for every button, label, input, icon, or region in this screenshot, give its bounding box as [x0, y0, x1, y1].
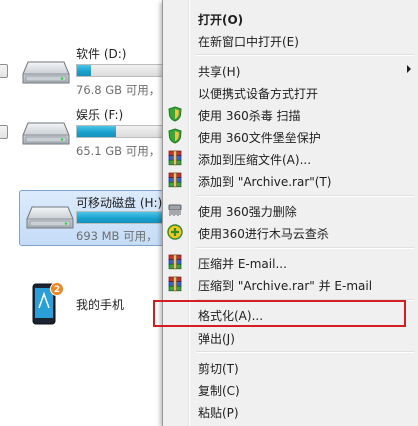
- menu-label: 以便携式设备方式打开: [198, 87, 319, 101]
- drive-free-space: 693 MB 可用，: [76, 229, 158, 243]
- menu-label: 粘贴(P): [198, 406, 239, 420]
- menu-item-add-archive[interactable]: 添加到压缩文件(A)...: [163, 147, 417, 169]
- menu-item-open-portable[interactable]: 以便携式设备方式打开: [163, 81, 417, 103]
- smartphone-icon: 2: [32, 282, 64, 325]
- menu-item-open[interactable]: 打开(O): [163, 7, 417, 29]
- menu-label: 使用 360强力删除: [198, 205, 297, 219]
- drive-checkbox-d[interactable]: [0, 64, 8, 78]
- drive-item-f[interactable]: 娱乐 (F:) 65.1 GB 可用，: [0, 103, 176, 163]
- menu-label: 打开(O): [198, 13, 244, 27]
- menu-label: 弹出(J): [198, 332, 235, 346]
- 360-plus-icon: [167, 224, 183, 240]
- menu-separator: [196, 54, 414, 56]
- menu-label: 压缩并 E-mail...: [198, 257, 287, 271]
- menu-label: 添加到 "Archive.rar"(T): [198, 175, 332, 189]
- drive-free-space: 65.1 GB 可用，: [76, 144, 161, 158]
- hard-drive-icon: [22, 119, 70, 147]
- menu-item-360-trojan-scan[interactable]: 使用360进行木马云查杀: [163, 221, 417, 243]
- drive-checkbox-f[interactable]: [0, 125, 8, 139]
- menu-label: 剪切(T): [198, 362, 239, 376]
- 360-shield-icon: [167, 106, 183, 122]
- phone-name: 我的手机: [76, 298, 125, 312]
- menu-item-eject[interactable]: 弹出(J): [163, 326, 417, 348]
- menu-item-paste[interactable]: 粘贴(P): [163, 400, 417, 422]
- menu-item-share[interactable]: 共享(H): [163, 59, 417, 81]
- winrar-icon: [167, 150, 183, 166]
- drive-item-d[interactable]: 软件 (D:) 76.8 GB 可用，: [0, 42, 176, 102]
- menu-item-copy[interactable]: 复制(C): [163, 378, 417, 400]
- menu-item-compress-rar-email[interactable]: 压缩到 "Archive.rar" 并 E-mail: [163, 273, 417, 295]
- menu-label: 复制(C): [198, 384, 240, 398]
- menu-label: 使用360进行木马云查杀: [198, 227, 329, 241]
- phone-badge-count: 2: [54, 285, 60, 295]
- removable-drive-icon: [26, 203, 74, 231]
- drive-free-space: 76.8 GB 可用，: [76, 83, 161, 97]
- drive-name: 软件 (D:): [76, 47, 127, 61]
- menu-item-360-delete[interactable]: 使用 360强力删除: [163, 199, 417, 221]
- hard-drive-icon: [22, 58, 70, 86]
- drive-name: 可移动磁盘 (H:): [76, 196, 163, 210]
- context-menu: 打开(O) 在新窗口中打开(E) 共享(H) 以便携式设备方式打开 使用 360…: [162, 0, 418, 426]
- menu-label: 格式化(A)...: [198, 309, 264, 323]
- menu-separator: [196, 247, 414, 249]
- winrar-icon: [167, 276, 183, 292]
- menu-label: 共享(H): [198, 65, 241, 79]
- 360-shield-icon: [167, 128, 183, 144]
- drive-usage-bar: [76, 125, 176, 138]
- menu-item-format[interactable]: 格式化(A)...: [163, 303, 417, 325]
- winrar-icon: [167, 254, 183, 270]
- menu-separator: [196, 195, 414, 197]
- drive-name: 娱乐 (F:): [76, 108, 124, 122]
- shredder-icon: [167, 202, 183, 218]
- winrar-icon: [167, 172, 183, 188]
- drive-item-h-selected[interactable]: 可移动磁盘 (H:) 693 MB 可用，: [19, 190, 186, 246]
- menu-item-360-scan[interactable]: 使用 360杀毒 扫描: [163, 103, 417, 125]
- menu-label: 使用 360文件堡垒保护: [198, 131, 321, 145]
- menu-label: 添加到压缩文件(A)...: [198, 153, 312, 167]
- menu-separator: [196, 351, 414, 353]
- menu-item-add-archive-rar[interactable]: 添加到 "Archive.rar"(T): [163, 169, 417, 191]
- drive-usage-bar: [76, 64, 176, 77]
- menu-separator: [196, 299, 414, 301]
- menu-item-360-protect[interactable]: 使用 360文件堡垒保护: [163, 125, 417, 147]
- menu-item-compress-email[interactable]: 压缩并 E-mail...: [163, 251, 417, 273]
- menu-label: 使用 360杀毒 扫描: [198, 109, 301, 123]
- menu-item-open-new-window[interactable]: 在新窗口中打开(E): [163, 29, 417, 51]
- submenu-arrow-icon: [407, 65, 411, 73]
- menu-label: 在新窗口中打开(E): [198, 35, 299, 49]
- phone-device-item[interactable]: 2 我的手机: [30, 278, 170, 330]
- menu-label: 压缩到 "Archive.rar" 并 E-mail: [198, 279, 373, 293]
- menu-item-cut[interactable]: 剪切(T): [163, 356, 417, 378]
